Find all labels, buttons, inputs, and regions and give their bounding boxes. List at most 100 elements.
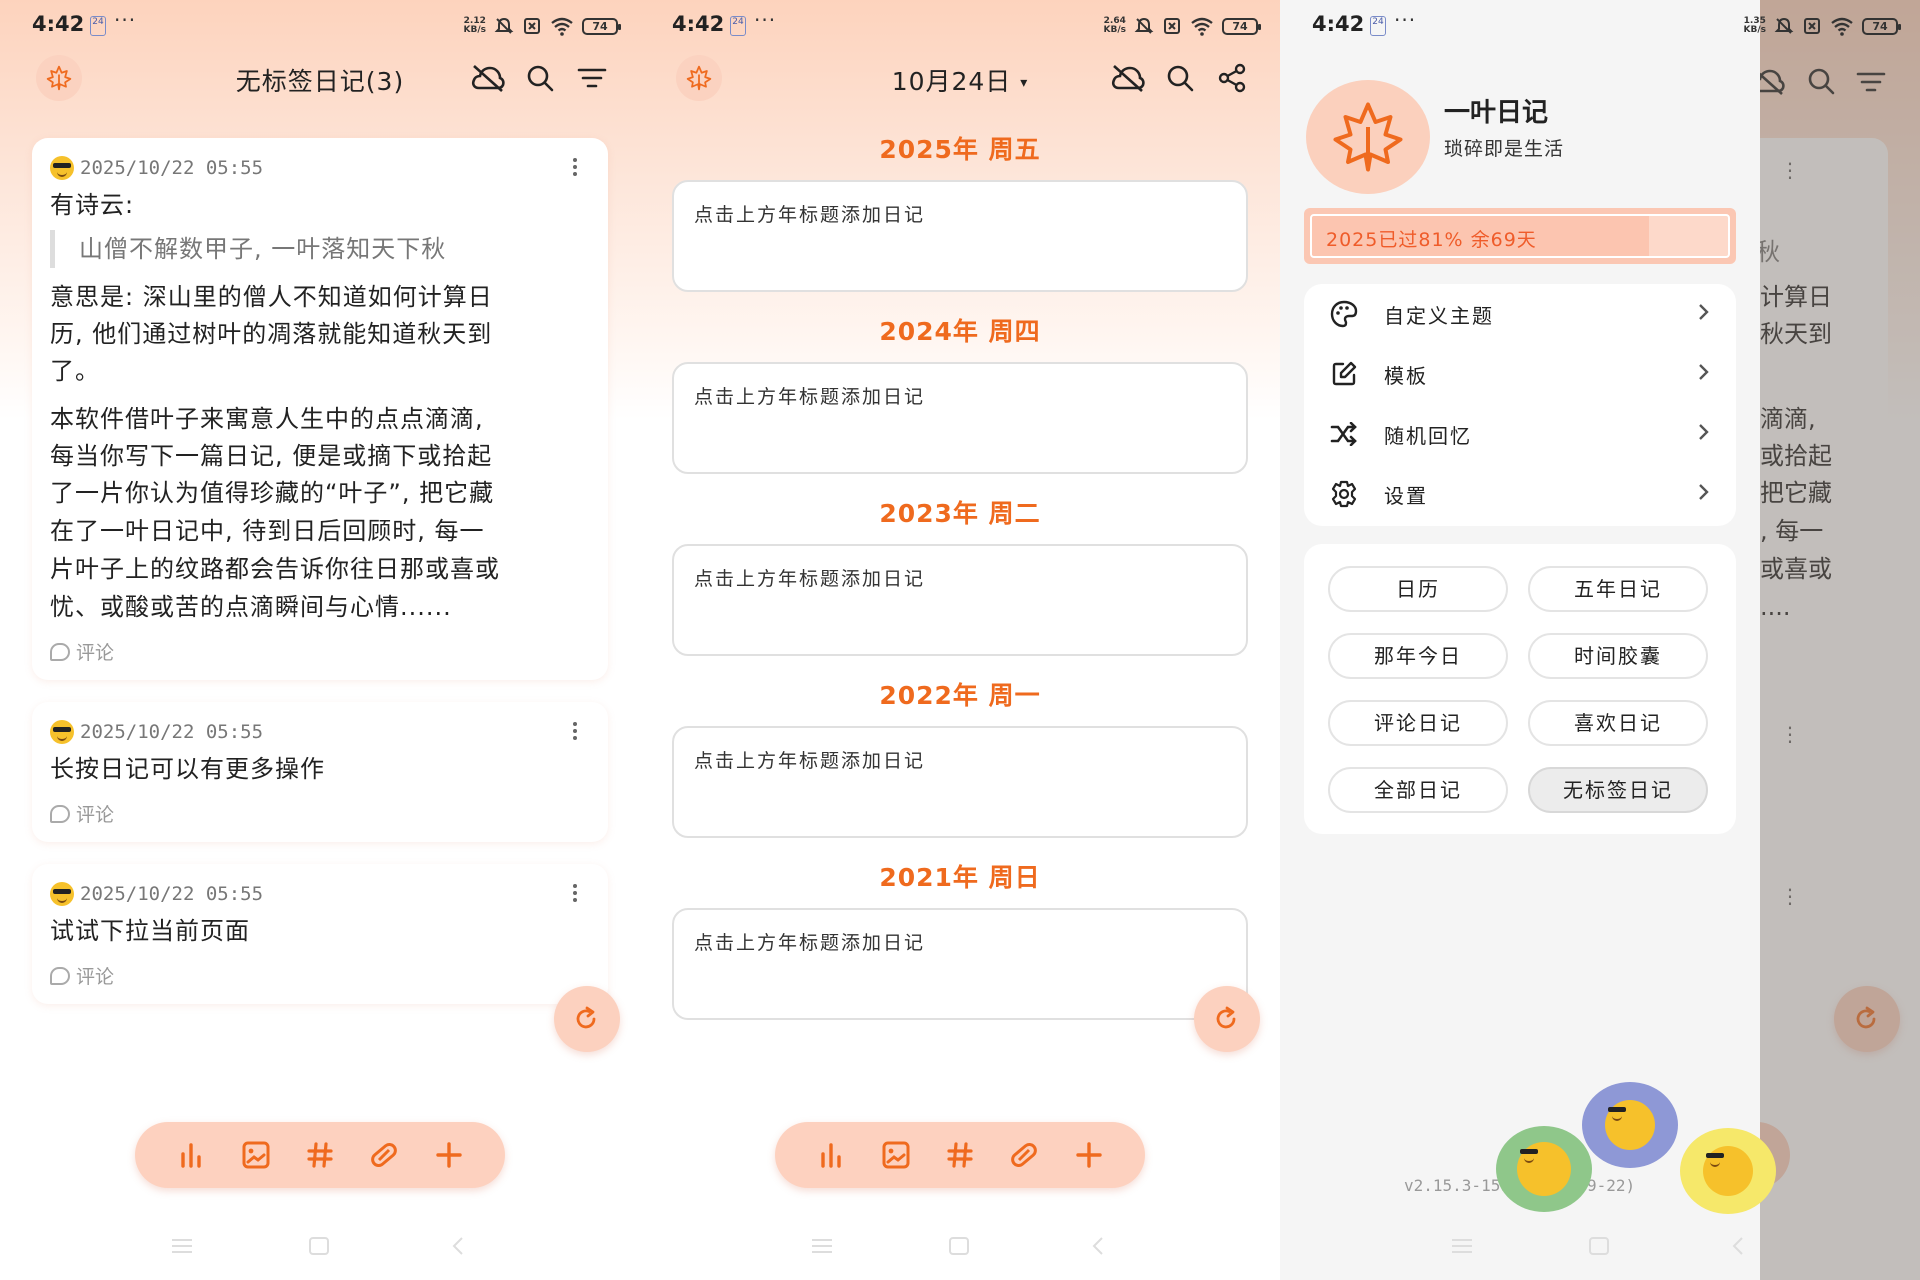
battery-icon: 74 <box>1862 17 1901 35</box>
more-options-button[interactable] <box>572 722 578 743</box>
add-diary-button[interactable] <box>1069 1135 1109 1175</box>
capsule-button[interactable] <box>1004 1135 1044 1175</box>
year-title-button[interactable]: 2024年 周四 <box>640 312 1280 348</box>
easter-egg-bubble[interactable] <box>1680 1128 1776 1214</box>
diary-card[interactable]: 2025/10/22 05:55 有诗云: 山僧不解数甲子, 一叶落知天下秋 意… <box>32 138 608 680</box>
comment-icon <box>50 966 70 985</box>
gallery-button[interactable] <box>876 1135 916 1175</box>
chip-time-capsule[interactable]: 时间胶囊 <box>1528 633 1708 679</box>
capsule-button[interactable] <box>364 1135 404 1175</box>
home-nav-button[interactable] <box>308 1236 330 1260</box>
year-title-button[interactable]: 2022年 周一 <box>640 676 1280 712</box>
chip-commented-diaries[interactable]: 评论日记 <box>1328 700 1508 746</box>
easter-egg-bubble[interactable] <box>1582 1082 1678 1168</box>
status-bar: 4:42 24 ··· 1.35 KB/s 74 <box>1280 0 1920 52</box>
stats-button[interactable] <box>171 1135 211 1175</box>
year-entry-card[interactable]: 点击上方年标题添加日记 <box>672 908 1248 1020</box>
undo-fab[interactable] <box>1194 986 1260 1052</box>
diary-text: 试试下拉当前页面 <box>50 917 250 945</box>
comment-button[interactable]: 评论 <box>50 800 114 827</box>
app-avatar[interactable] <box>1306 80 1430 194</box>
recents-nav-button[interactable] <box>170 1236 194 1260</box>
home-nav-button[interactable] <box>1588 1236 1610 1260</box>
diary-line: 有诗云: <box>50 191 135 219</box>
chip-liked-diaries[interactable]: 喜欢日记 <box>1528 700 1708 746</box>
diary-line: 在了一叶日记中, 待到日后回顾时, 每一 <box>50 517 485 545</box>
bottom-toolbar <box>775 1122 1145 1188</box>
more-options-button[interactable] <box>572 884 578 905</box>
year-entry-card[interactable]: 点击上方年标题添加日记 <box>672 726 1248 838</box>
chip-calendar[interactable]: 日历 <box>1328 566 1508 612</box>
sim-off-icon <box>1804 18 1820 34</box>
diary-date: 2025/10/22 05:55 <box>80 157 264 179</box>
year-title-button[interactable]: 2025年 周五 <box>640 130 1280 166</box>
add-diary-button[interactable] <box>429 1135 469 1175</box>
search-button[interactable] <box>1162 60 1198 96</box>
comment-icon <box>50 804 70 823</box>
cloud-sync-off-button[interactable] <box>470 60 506 96</box>
hashtag-icon <box>947 1142 973 1168</box>
back-nav-button[interactable] <box>1730 1236 1746 1260</box>
comment-button[interactable]: 评论 <box>50 962 114 989</box>
cloud-sync-off-button[interactable] <box>1110 60 1146 96</box>
chip-five-year-diary[interactable]: 五年日记 <box>1528 566 1708 612</box>
redo-arrow-icon <box>1216 1006 1236 1029</box>
chevron-right-icon <box>1696 482 1710 506</box>
search-icon <box>1167 65 1194 92</box>
home-nav-button[interactable] <box>948 1236 970 1260</box>
recents-nav-button[interactable] <box>1450 1236 1474 1260</box>
year-title-button[interactable]: 2021年 周日 <box>640 858 1280 894</box>
menu-item-random-memory[interactable]: 随机回忆 <box>1304 404 1736 464</box>
stats-button[interactable] <box>811 1135 851 1175</box>
shuffle-icon <box>1328 418 1360 450</box>
comment-button[interactable]: 评论 <box>50 638 114 665</box>
more-options-button[interactable] <box>572 158 578 179</box>
share-button[interactable] <box>1214 60 1250 96</box>
chip-on-this-day[interactable]: 那年今日 <box>1328 633 1508 679</box>
undo-fab[interactable] <box>554 986 620 1052</box>
back-nav-button[interactable] <box>1090 1236 1106 1260</box>
year-entry-placeholder: 点击上方年标题添加日记 <box>694 386 926 408</box>
drawer-scrim[interactable] <box>1760 0 1920 1280</box>
cloud-off-icon <box>1111 65 1145 92</box>
diary-meta: 2025/10/22 05:55 <box>50 882 263 906</box>
year-entry-card[interactable]: 点击上方年标题添加日记 <box>672 180 1248 292</box>
back-nav-button[interactable] <box>450 1236 466 1260</box>
more-notifications-icon: ··· <box>114 8 137 32</box>
palette-icon <box>1328 298 1360 330</box>
more-notifications-icon: ··· <box>1394 8 1417 32</box>
diary-card[interactable]: 2025/10/22 05:55 长按日记可以有更多操作 评论 <box>32 702 608 842</box>
navigation-drawer: 4:42 24 ··· 1.35 KB/s 74 一叶日记 琐碎即是生活 2025… <box>1280 0 1901 1280</box>
menu-item-templates[interactable]: 模板 <box>1304 344 1736 404</box>
notification-badge: 24 <box>730 16 746 36</box>
menu-icon <box>1452 1239 1472 1253</box>
filter-icon <box>577 68 607 88</box>
year-title-button[interactable]: 2023年 周二 <box>640 494 1280 530</box>
tags-button[interactable] <box>300 1135 340 1175</box>
diary-card[interactable]: 2025/10/22 05:55 试试下拉当前页面 评论 <box>32 864 608 1004</box>
gallery-button[interactable] <box>236 1135 276 1175</box>
filter-button[interactable] <box>574 60 610 96</box>
year-progress: 2025已过81% 余69天 <box>1304 208 1736 264</box>
chip-all-diaries[interactable]: 全部日记 <box>1328 767 1508 813</box>
year-entry-placeholder: 点击上方年标题添加日记 <box>694 750 926 772</box>
recents-nav-button[interactable] <box>810 1236 834 1260</box>
year-entry-card[interactable]: 点击上方年标题添加日记 <box>672 362 1248 474</box>
diary-quote: 山僧不解数甲子, 一叶落知天下秋 <box>50 230 574 268</box>
mute-icon <box>494 17 514 34</box>
easter-egg-bubble[interactable] <box>1496 1126 1592 1212</box>
diary-line: 历, 他们通过树叶的凋落就能知道秋天到 <box>50 320 493 348</box>
wifi-icon <box>551 17 573 36</box>
year-entry-card[interactable]: 点击上方年标题添加日记 <box>672 544 1248 656</box>
screen-on-this-day: 4:42 24 ··· 2.64 KB/s 74 10月24日 ▾ 2025年 … <box>640 0 1280 1280</box>
menu-item-settings[interactable]: 设置 <box>1304 464 1736 524</box>
drawer-menu: 自定义主题 模板 随机回忆 设置 <box>1304 284 1736 526</box>
chip-untagged-diaries[interactable]: 无标签日记 <box>1528 767 1708 813</box>
comment-icon <box>50 642 70 661</box>
tags-button[interactable] <box>940 1135 980 1175</box>
redo-arrow-icon <box>576 1006 596 1029</box>
search-button[interactable] <box>522 60 558 96</box>
bar-chart-icon <box>181 1143 201 1168</box>
diary-meta: 2025/10/22 05:55 <box>50 720 263 744</box>
menu-item-custom-theme[interactable]: 自定义主题 <box>1304 284 1736 344</box>
